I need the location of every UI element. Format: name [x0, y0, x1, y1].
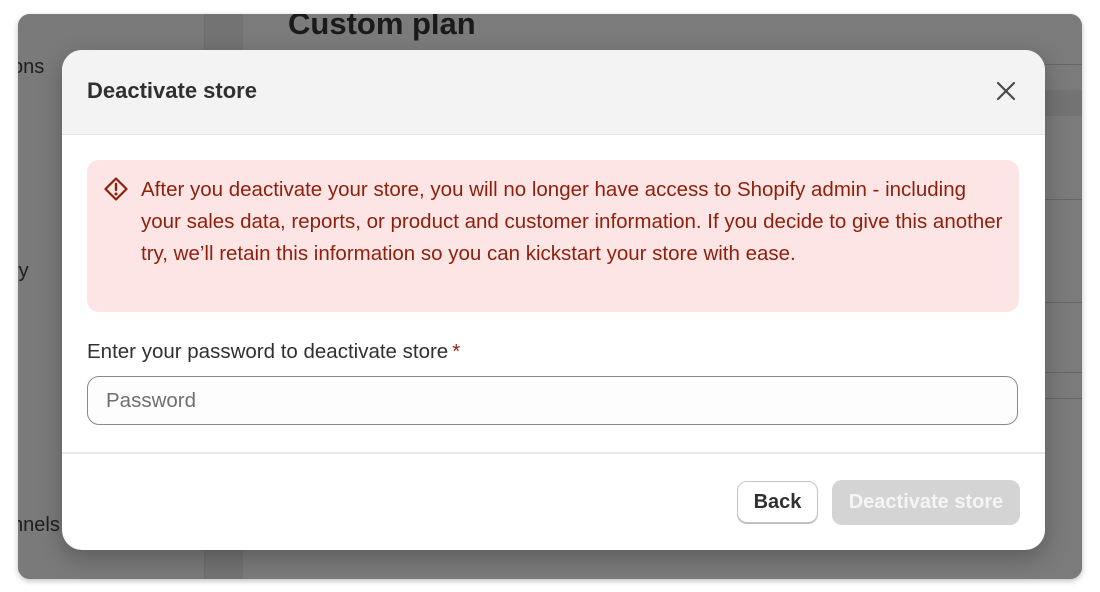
sidebar-item-fragment: nnels — [18, 514, 60, 536]
divider — [1045, 90, 1082, 116]
divider — [1045, 398, 1082, 399]
deactivate-store-button[interactable]: Deactivate store — [832, 480, 1020, 525]
close-icon — [996, 81, 1016, 101]
divider — [1045, 302, 1082, 303]
modal-title: Deactivate store — [87, 78, 257, 103]
footer-divider — [62, 452, 1045, 454]
warning-diamond-icon — [104, 177, 128, 201]
deactivate-store-modal: Deactivate store After you deactivate yo… — [62, 50, 1045, 550]
back-button[interactable]: Back — [737, 481, 818, 523]
divider — [1045, 64, 1082, 65]
password-label-text: Enter your password to deactivate store — [87, 340, 449, 363]
warning-text: After you deactivate your store, you wil… — [141, 178, 1003, 265]
page-title: Custom plan — [288, 14, 476, 41]
divider — [1045, 199, 1082, 200]
password-label: Enter your password to deactivate store * — [87, 340, 460, 364]
sidebar-item-fragment: ons — [18, 56, 45, 78]
modal-header: Deactivate store — [62, 50, 1045, 135]
warning-banner: After you deactivate your store, you wil… — [87, 160, 1019, 312]
close-button[interactable] — [993, 78, 1019, 104]
password-input[interactable] — [87, 376, 1018, 425]
sidebar-item-fragment: ry — [18, 260, 29, 282]
required-marker: * — [452, 340, 461, 363]
divider — [1045, 372, 1082, 373]
